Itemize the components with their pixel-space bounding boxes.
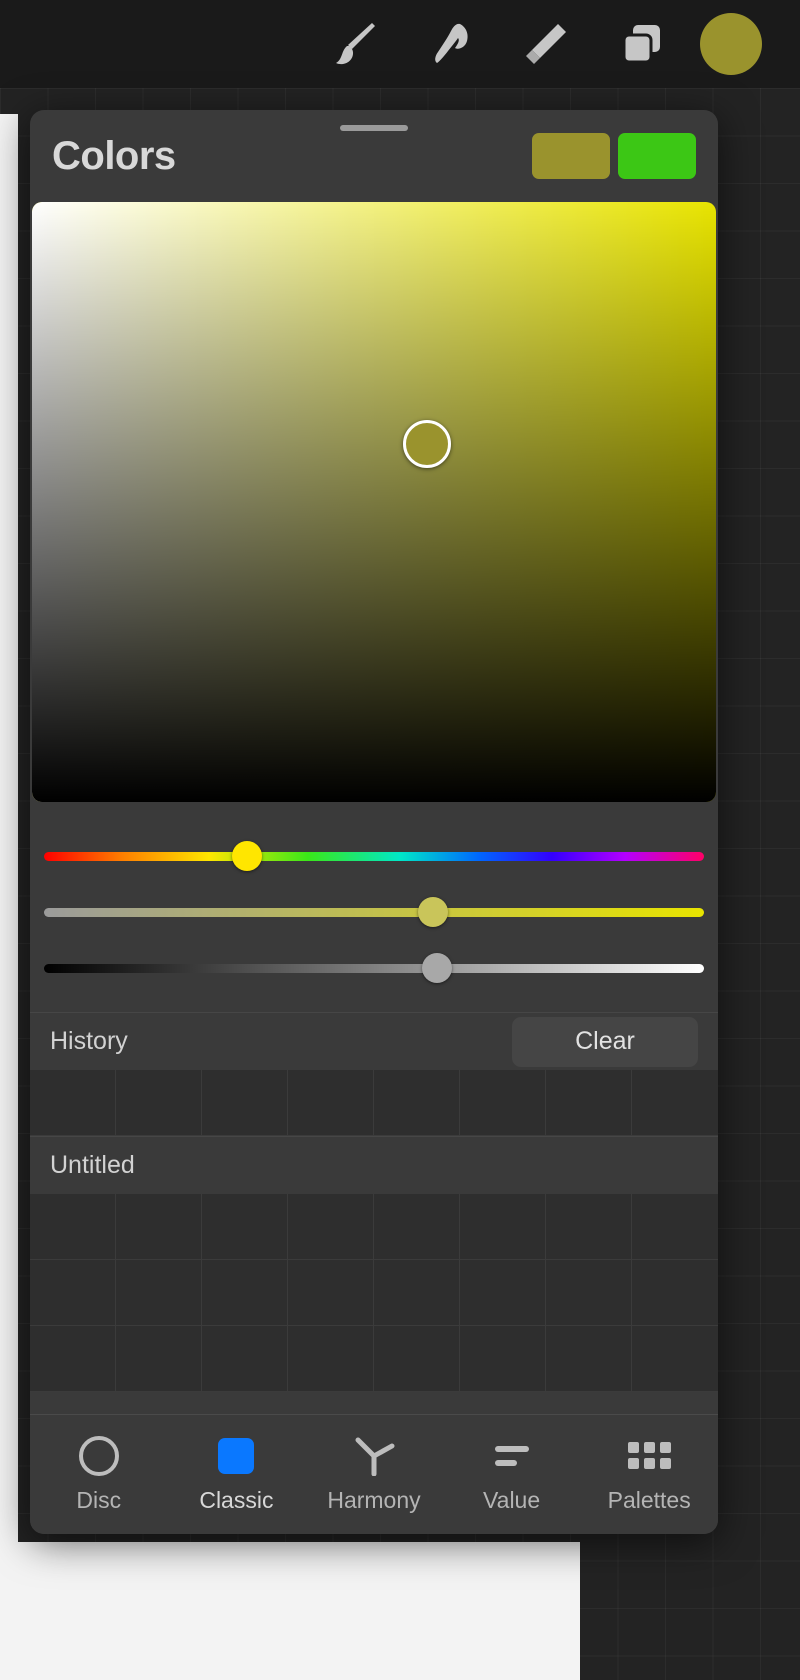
tab-harmony[interactable]: Harmony xyxy=(305,1415,443,1534)
saturation-slider-handle[interactable] xyxy=(418,897,449,927)
saturation-slider-track xyxy=(44,897,704,927)
history-label: History xyxy=(50,1027,128,1055)
swatch-cell[interactable] xyxy=(546,1194,632,1260)
swatch-cell[interactable] xyxy=(288,1194,374,1260)
colors-mode-tabbar: Disc Classic Harmony Value Palettes xyxy=(30,1414,718,1534)
colors-panel: Colors History Clear Untitled Disc Class… xyxy=(30,110,718,1534)
swatch-cell[interactable] xyxy=(632,1194,718,1260)
saturation-slider[interactable] xyxy=(44,884,704,940)
swatch-cell[interactable] xyxy=(288,1260,374,1326)
palettes-icon xyxy=(627,1436,671,1476)
swatch-cell[interactable] xyxy=(30,1260,116,1326)
swatch-cell[interactable] xyxy=(202,1194,288,1260)
swatch-cell[interactable] xyxy=(30,1194,116,1260)
picker-value-overlay xyxy=(32,202,716,802)
swatch-cell[interactable] xyxy=(116,1194,202,1260)
swatch-cell[interactable] xyxy=(546,1070,632,1136)
swatch-cell[interactable] xyxy=(288,1070,374,1136)
top-toolbar xyxy=(0,0,800,88)
page-title: Colors xyxy=(52,133,176,178)
harmony-icon xyxy=(352,1436,396,1476)
layers-icon xyxy=(616,18,668,70)
swatch-cell[interactable] xyxy=(374,1194,460,1260)
value-icon xyxy=(494,1436,529,1476)
procreate-canvas-screen: Colors History Clear Untitled Disc Class… xyxy=(0,0,800,1680)
classic-icon xyxy=(218,1436,255,1476)
swatch-cell[interactable] xyxy=(30,1070,116,1136)
palette-header[interactable]: Untitled xyxy=(30,1136,718,1194)
swatch-cell[interactable] xyxy=(460,1326,546,1392)
tab-classic-label: Classic xyxy=(199,1486,274,1513)
hue-slider-handle[interactable] xyxy=(231,841,262,871)
hue-slider[interactable] xyxy=(44,828,704,884)
disc-icon xyxy=(78,1435,119,1476)
swatch-cell[interactable] xyxy=(30,1326,116,1392)
layers-tool-button[interactable] xyxy=(594,0,690,88)
tab-value[interactable]: Value xyxy=(443,1415,581,1534)
eraser-icon xyxy=(520,18,572,70)
tab-value-label: Value xyxy=(483,1486,541,1513)
swatch-cell[interactable] xyxy=(546,1260,632,1326)
smudge-icon xyxy=(424,18,476,70)
hue-slider-track xyxy=(44,841,704,871)
tab-classic[interactable]: Classic xyxy=(168,1415,306,1534)
eraser-tool-button[interactable] xyxy=(498,0,594,88)
swatch-cell[interactable] xyxy=(632,1260,718,1326)
color-swatch-button[interactable] xyxy=(700,13,762,75)
picker-handle[interactable] xyxy=(402,420,451,469)
color-sliders xyxy=(30,802,718,1012)
swatch-cell[interactable] xyxy=(288,1326,374,1392)
swatch-cell[interactable] xyxy=(202,1260,288,1326)
brightness-slider-handle[interactable] xyxy=(422,953,453,983)
brightness-slider-track xyxy=(44,953,704,983)
swatch-cell[interactable] xyxy=(632,1070,718,1136)
swatch-cell[interactable] xyxy=(116,1260,202,1326)
palette-swatch-grid xyxy=(30,1194,718,1392)
tab-palettes-label: Palettes xyxy=(607,1486,691,1513)
smudge-tool-button[interactable] xyxy=(402,0,498,88)
history-header: History Clear xyxy=(30,1012,718,1070)
canvas-artboard-left-edge xyxy=(0,114,18,1551)
swatch-cell[interactable] xyxy=(374,1326,460,1392)
swatch-cell[interactable] xyxy=(116,1070,202,1136)
swatch-cell[interactable] xyxy=(374,1260,460,1326)
swatch-cell[interactable] xyxy=(374,1070,460,1136)
swatch-cell[interactable] xyxy=(632,1326,718,1392)
swatch-cell[interactable] xyxy=(546,1326,632,1392)
swatch-cell[interactable] xyxy=(460,1260,546,1326)
swatch-cell[interactable] xyxy=(202,1070,288,1136)
tab-disc[interactable]: Disc xyxy=(30,1415,168,1534)
tab-palettes[interactable]: Palettes xyxy=(580,1415,718,1534)
clear-history-button[interactable]: Clear xyxy=(512,1016,698,1067)
brightness-slider[interactable] xyxy=(44,940,704,996)
primary-color-swatch[interactable] xyxy=(532,133,610,179)
secondary-color-swatch[interactable] xyxy=(618,133,696,179)
paint-brush-icon xyxy=(328,18,380,70)
colors-panel-header: Colors xyxy=(30,110,718,202)
swatch-cell[interactable] xyxy=(202,1326,288,1392)
swatch-cell[interactable] xyxy=(116,1326,202,1392)
saturation-value-picker[interactable] xyxy=(32,202,716,802)
tab-harmony-label: Harmony xyxy=(327,1486,421,1513)
paint-brush-tool-button[interactable] xyxy=(306,0,402,88)
history-swatch-grid xyxy=(30,1070,718,1136)
swatch-cell[interactable] xyxy=(460,1194,546,1260)
tab-disc-label: Disc xyxy=(76,1486,122,1513)
canvas-artboard-bottom xyxy=(0,1542,580,1680)
color-swatch-pair xyxy=(532,133,696,179)
palette-name-label: Untitled xyxy=(50,1151,135,1179)
swatch-cell[interactable] xyxy=(460,1070,546,1136)
